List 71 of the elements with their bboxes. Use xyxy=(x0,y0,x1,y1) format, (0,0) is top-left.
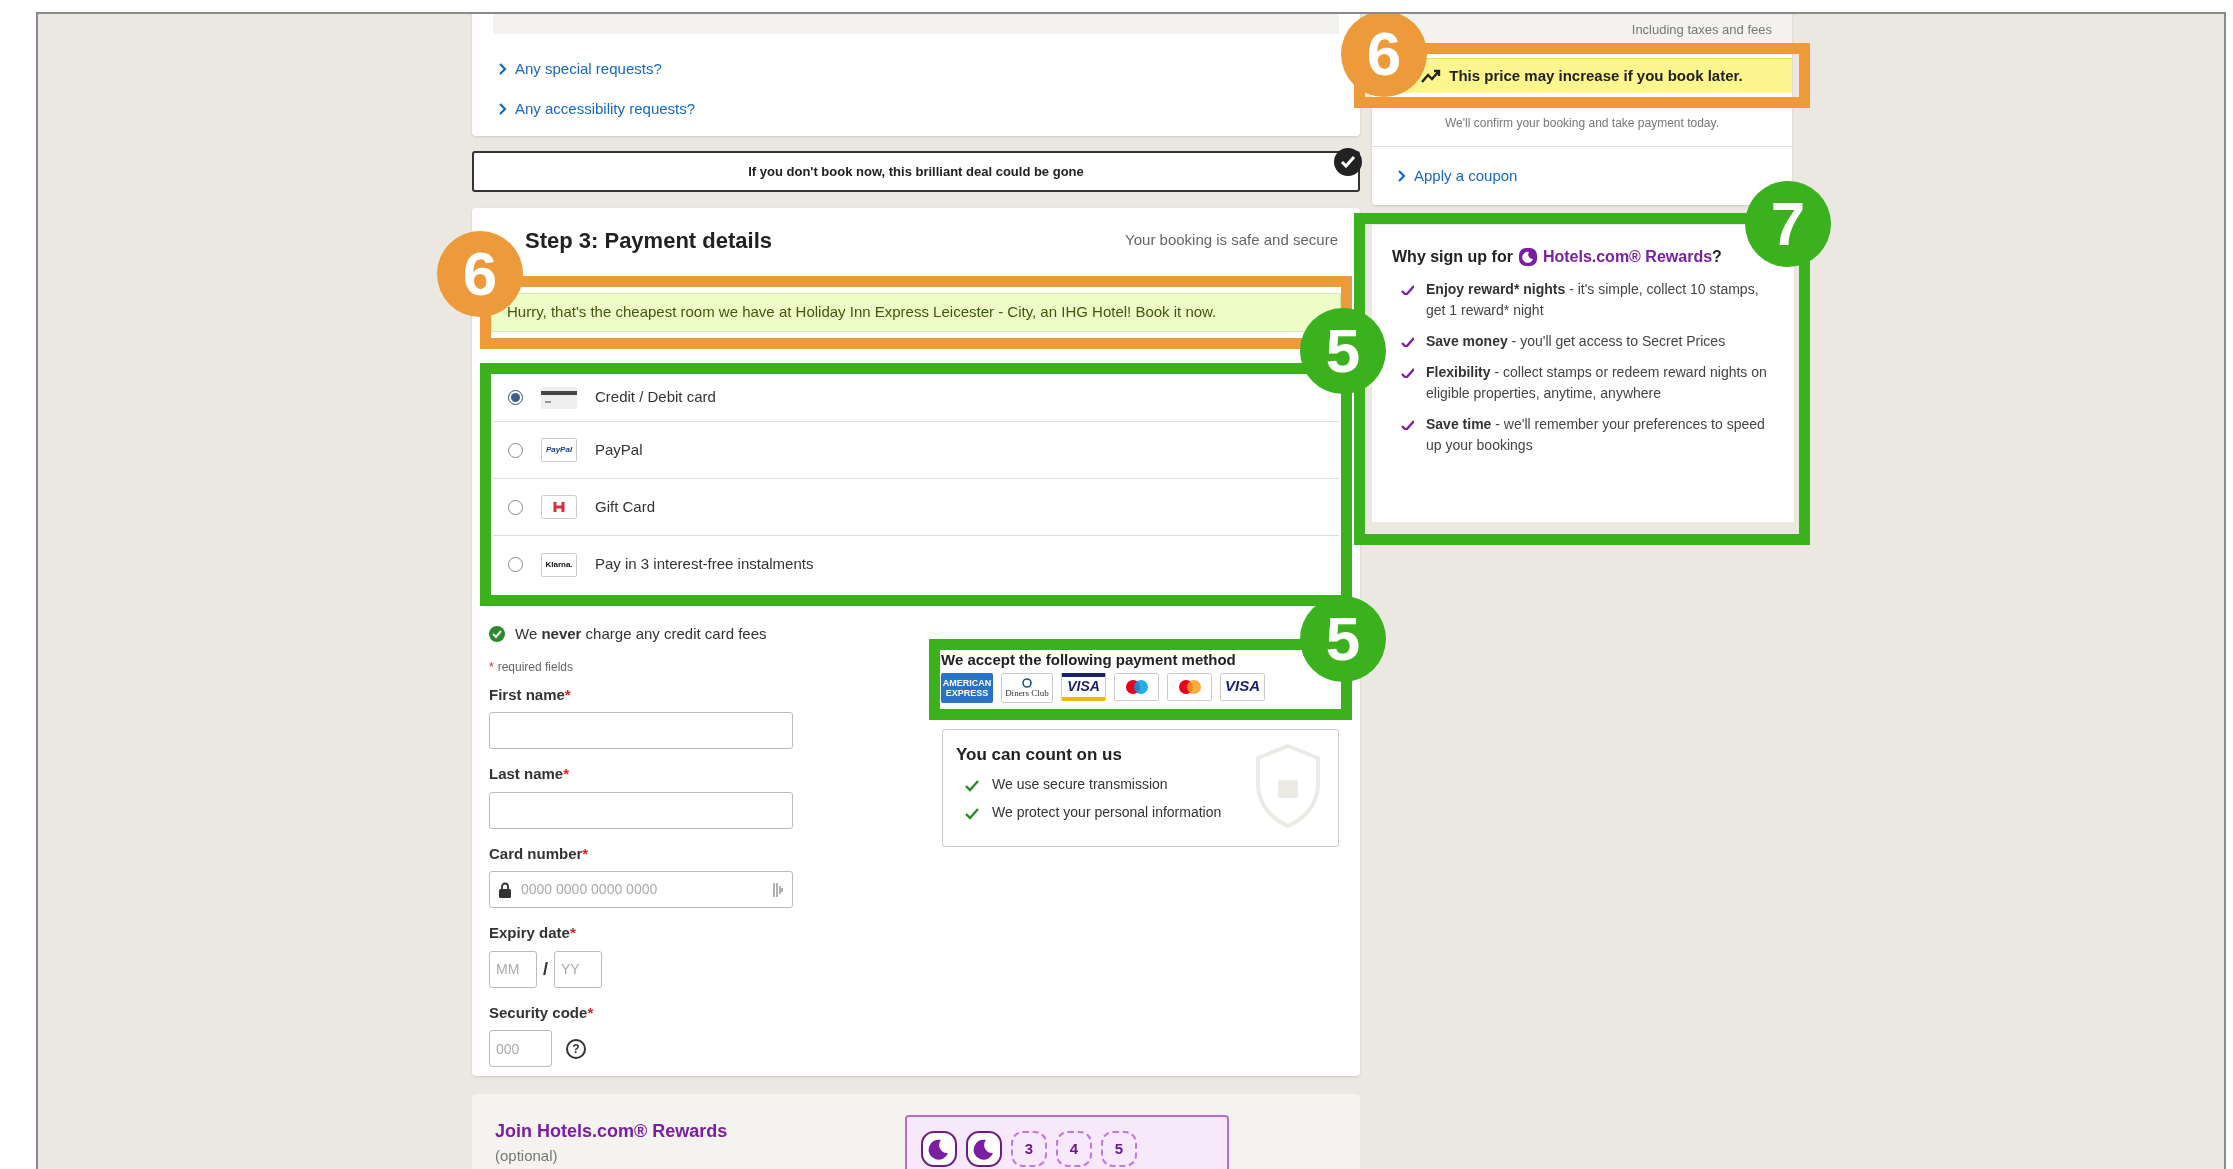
card-number-input[interactable]: 0000 0000 0000 0000 xyxy=(521,879,763,900)
option-label[interactable]: Gift Card xyxy=(595,495,655,519)
chevron-icon xyxy=(497,101,507,116)
check-icon xyxy=(1400,283,1414,295)
option-label[interactable]: PayPal xyxy=(595,438,643,462)
option-label[interactable]: Pay in 3 interest-free instalments xyxy=(595,553,814,576)
fee-note: We never charge any credit card fees xyxy=(515,624,767,644)
input-field[interactable]: MM xyxy=(489,950,537,988)
check-circle-icon xyxy=(489,626,505,643)
card-icon xyxy=(541,386,577,409)
gift-card-icon xyxy=(541,495,577,519)
paypal-logo: PayPal xyxy=(541,438,577,462)
card-scan-icon xyxy=(773,881,783,898)
confirm-note: We'll confirm your booking and take payment today. xyxy=(1372,108,1792,147)
check-icon xyxy=(1400,418,1414,430)
separator-text: / xyxy=(543,957,548,981)
lock-icon xyxy=(499,881,511,898)
check-icon xyxy=(1400,335,1414,347)
input-field[interactable]: YY xyxy=(554,950,602,988)
field-label: Last name* xyxy=(489,764,571,784)
chevron-icon xyxy=(497,62,507,77)
stamp-number: 5 xyxy=(1101,1131,1137,1167)
section-title: Step 3: Payment details xyxy=(525,226,772,255)
required-note: * required fields xyxy=(489,658,574,676)
rewards-title: Join Hotels.com® Rewards xyxy=(495,1120,729,1143)
field-label: Security code* xyxy=(489,1002,595,1023)
visa-logo: VISA xyxy=(1220,672,1265,701)
input-field[interactable]: 000 xyxy=(489,1030,552,1067)
moon-stamp-icon xyxy=(921,1131,957,1167)
tax-note: Including taxes and fees xyxy=(1631,21,1772,39)
maestro-logo xyxy=(1114,672,1159,701)
benefit-text: Save money - you'll get access to Secret Prices xyxy=(1426,332,1726,351)
diners-logo: Diners Club xyxy=(1001,672,1053,703)
field-label: Expiry date* xyxy=(489,923,577,943)
shield-icon xyxy=(1256,743,1320,828)
stamp-number: 3 xyxy=(1011,1131,1047,1167)
trend-up-icon xyxy=(1421,69,1442,83)
benefit-text: Flexibility - collect stamps or redeem reward nights on eligible properties, anytime, anywhere xyxy=(1426,363,1768,403)
field-label: Card number* xyxy=(489,843,590,864)
optional-label: (optional) xyxy=(495,1146,559,1166)
benefit-text: Save time - we'll remember your preferences to speed up your bookings xyxy=(1426,415,1766,455)
input-field[interactable] xyxy=(489,791,793,829)
input-field[interactable] xyxy=(489,712,793,749)
moon-icon xyxy=(1518,248,1537,266)
stamp-number: 4 xyxy=(1056,1131,1092,1167)
text-link[interactable]: Any accessibility requests? xyxy=(515,97,696,120)
trust-item: We protect your personal information xyxy=(992,803,1222,822)
trust-title: You can count on us xyxy=(956,743,1123,766)
chevron-icon xyxy=(1396,169,1406,183)
rewards-link[interactable]: Hotels.com® Rewards? xyxy=(1542,245,1722,269)
option-label[interactable]: Credit / Debit card xyxy=(595,386,716,409)
visa-logo: VISA xyxy=(1061,672,1106,701)
moon-stamp-icon xyxy=(966,1131,1002,1167)
text-link[interactable]: Any special requests? xyxy=(515,58,662,81)
number-badge: 7 xyxy=(1745,181,1831,267)
field-label: First name* xyxy=(489,684,572,705)
number-badge: 5 xyxy=(1300,595,1386,682)
check-icon xyxy=(1400,366,1414,378)
text-link[interactable]: Apply a coupon xyxy=(1414,164,1518,188)
klarna-logo: Klarna. xyxy=(541,552,577,577)
banner-text: If you don't book now, this brilliant deal could be gone xyxy=(748,162,1084,181)
accepted-title: We accept the following payment method xyxy=(941,650,1237,669)
trust-item: We use secure transmission xyxy=(992,775,1168,794)
card-number-field[interactable]: 0000 0000 0000 0000 xyxy=(489,871,793,908)
benefits-title: Why sign up for xyxy=(1392,247,1513,267)
help-button[interactable]: ? xyxy=(566,1038,586,1059)
security-note: Your booking is safe and secure xyxy=(1125,229,1338,250)
amex-logo: AMERICAN EXPRESS xyxy=(941,672,993,703)
mastercard-logo xyxy=(1167,672,1212,701)
benefit-text: Enjoy reward* nights - it's simple, collect 10 stamps, get 1 reward* night xyxy=(1426,280,1760,320)
price-alert-text: This price may increase if you book later. xyxy=(1449,65,1743,86)
